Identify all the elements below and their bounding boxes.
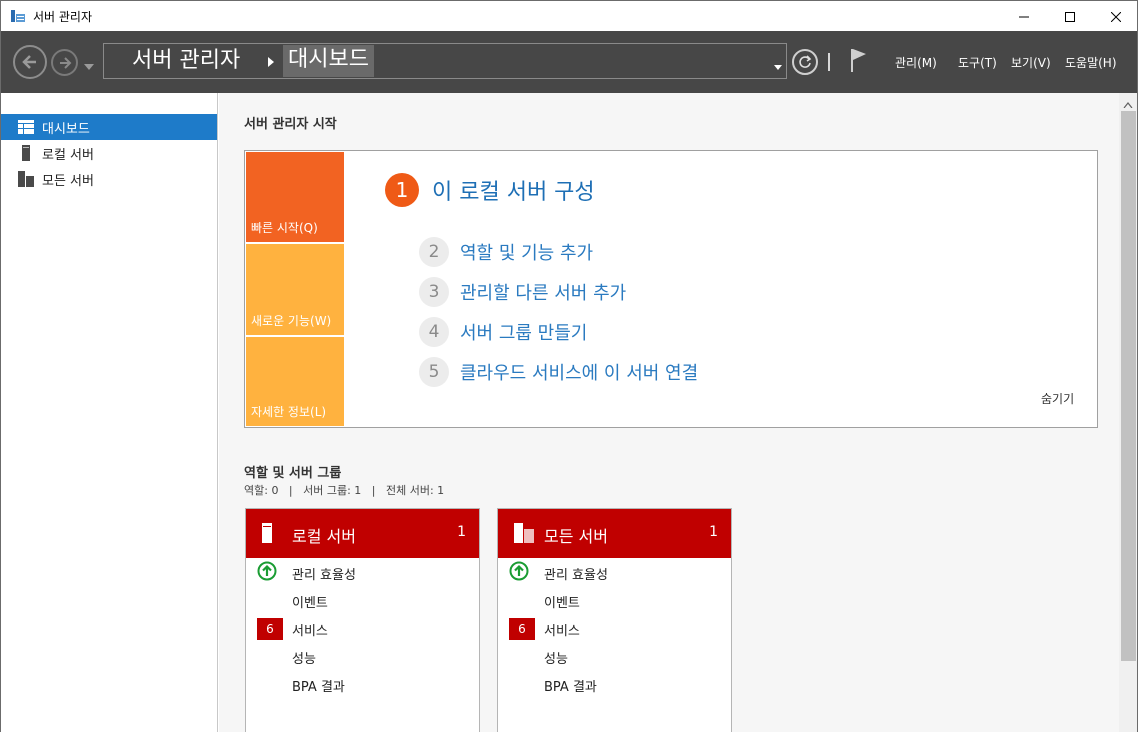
step-number: 1 (385, 173, 419, 207)
tile-quick-start[interactable]: 빠른 시작(Q) (246, 152, 344, 242)
vertical-scrollbar[interactable] (1119, 93, 1138, 732)
step-label: 관리할 다른 서버 추가 (460, 283, 627, 304)
row-manageability[interactable]: 관리 효율성 (246, 561, 479, 585)
card-header[interactable]: 로컬 서버 1 (246, 509, 479, 558)
row-label: 관리 효율성 (292, 567, 356, 583)
menu-manage[interactable]: 관리(M) (895, 54, 937, 71)
arrow-left-icon (22, 55, 36, 69)
row-services[interactable]: 6 서비스 (246, 617, 479, 641)
alert-badge: 6 (509, 618, 535, 640)
step-add-servers[interactable]: 3 관리할 다른 서버 추가 (419, 277, 626, 307)
step-label: 이 로컬 서버 구성 (432, 180, 595, 205)
sidebar-item-local-server[interactable]: 로컬 서버 (1, 140, 217, 166)
breadcrumb-dropdown-icon[interactable] (774, 59, 782, 74)
step-number: 5 (419, 357, 449, 387)
window-title: 서버 관리자 (33, 10, 93, 24)
server-icon (262, 523, 272, 547)
breadcrumb: 서버 관리자 대시보드 (103, 43, 787, 79)
row-performance[interactable]: 성능 (246, 645, 479, 669)
status-ok-icon (509, 561, 529, 585)
refresh-button[interactable] (792, 49, 818, 75)
row-label: 서비스 (544, 623, 580, 639)
arrow-right-icon (59, 56, 71, 69)
card-local-server: 로컬 서버 1 관리 효율성 이벤트 6 서비스 성능 BPA 결과 (245, 508, 480, 732)
step-label: 서버 그룹 만들기 (460, 323, 588, 344)
card-count: 1 (709, 524, 718, 540)
alert-badge: 6 (257, 618, 283, 640)
menu-view[interactable]: 보기(V) (1011, 54, 1051, 71)
sidebar-item-label: 모든 서버 (42, 173, 94, 189)
step-create-group[interactable]: 4 서버 그룹 만들기 (419, 317, 587, 347)
servers-icon (514, 523, 534, 547)
quickstart-panel: 빠른 시작(Q) 새로운 기능(W) 자세한 정보(L) 1 이 로컬 서버 구… (244, 150, 1098, 428)
hide-link[interactable]: 숨기기 (1041, 390, 1074, 407)
roles-heading: 역할 및 서버 그룹 (244, 466, 342, 481)
row-label: 이벤트 (292, 595, 328, 611)
breadcrumb-current[interactable]: 대시보드 (283, 45, 374, 77)
row-label: 성능 (544, 651, 568, 667)
step-connect-cloud[interactable]: 5 클라우드 서비스에 이 서버 연결 (419, 357, 698, 387)
row-label: BPA 결과 (544, 679, 597, 695)
step-label: 클라우드 서비스에 이 서버 연결 (460, 363, 699, 384)
row-label: 성능 (292, 651, 316, 667)
row-bpa-results[interactable]: BPA 결과 (246, 673, 479, 697)
step-number: 4 (419, 317, 449, 347)
menu-tools[interactable]: 도구(T) (958, 54, 997, 71)
tile-label: 자세한 정보(L) (251, 405, 327, 419)
card-header[interactable]: 모든 서버 1 (498, 509, 731, 558)
tile-label: 빠른 시작(Q) (251, 221, 318, 235)
row-events[interactable]: 이벤트 (246, 589, 479, 613)
breadcrumb-separator-icon (268, 56, 274, 71)
tile-whats-new[interactable]: 새로운 기능(W) (246, 244, 344, 335)
step-configure-local-server[interactable]: 1 이 로컬 서버 구성 (385, 173, 595, 207)
sidebar-item-dashboard[interactable]: 대시보드 (1, 114, 217, 140)
row-services[interactable]: 6 서비스 (498, 617, 731, 641)
row-performance[interactable]: 성능 (498, 645, 731, 669)
close-button[interactable] (1093, 1, 1138, 32)
step-number: 3 (419, 277, 449, 307)
sidebar-item-all-servers[interactable]: 모든 서버 (1, 166, 217, 192)
navigation-header: 서버 관리자 대시보드 관리(M) 도구(T) 보기(V) 도움말(H) (0, 31, 1138, 93)
row-manageability[interactable]: 관리 효율성 (498, 561, 731, 585)
scroll-up-icon[interactable] (1123, 97, 1133, 112)
servers-icon (18, 171, 34, 187)
scrollbar-thumb[interactable] (1121, 111, 1136, 661)
quickstart-heading: 서버 관리자 시작 (244, 117, 337, 132)
row-bpa-results[interactable]: BPA 결과 (498, 673, 731, 697)
card-title: 모든 서버 (544, 527, 608, 546)
step-add-roles[interactable]: 2 역할 및 기능 추가 (419, 237, 593, 267)
server-icon (18, 145, 34, 161)
minimize-button[interactable] (1001, 1, 1047, 32)
history-dropdown-icon[interactable] (84, 59, 94, 74)
tile-label: 새로운 기능(W) (251, 314, 332, 328)
title-bar: 서버 관리자 (0, 0, 1138, 31)
server-manager-app-icon (10, 8, 26, 24)
forward-button[interactable] (51, 49, 78, 76)
sidebar: 대시보드 로컬 서버 모든 서버 (0, 93, 218, 732)
row-events[interactable]: 이벤트 (498, 589, 731, 613)
step-label: 역할 및 기능 추가 (460, 243, 594, 264)
status-ok-icon (257, 561, 277, 585)
card-count: 1 (457, 524, 466, 540)
roles-stats: 역할: 0 | 서버 그룹: 1 | 전체 서버: 1 (244, 484, 445, 497)
maximize-button[interactable] (1047, 1, 1093, 32)
row-label: 서비스 (292, 623, 328, 639)
row-label: 이벤트 (544, 595, 580, 611)
refresh-icon (799, 55, 812, 68)
back-button[interactable] (13, 45, 47, 79)
card-all-servers: 모든 서버 1 관리 효율성 이벤트 6 서비스 성능 BPA 결과 (497, 508, 732, 732)
row-label: 관리 효율성 (544, 567, 608, 583)
notifications-flag-icon[interactable] (850, 47, 868, 77)
menu-help[interactable]: 도움말(H) (1065, 54, 1117, 71)
dashboard-icon (18, 119, 34, 135)
step-number: 2 (419, 237, 449, 267)
sidebar-item-label: 로컬 서버 (42, 147, 94, 163)
row-label: BPA 결과 (292, 679, 345, 695)
tile-learn-more[interactable]: 자세한 정보(L) (246, 337, 344, 426)
header-divider (828, 53, 830, 71)
sidebar-item-label: 대시보드 (42, 121, 90, 137)
breadcrumb-root[interactable]: 서버 관리자 (132, 47, 240, 75)
card-title: 로컬 서버 (292, 527, 356, 546)
